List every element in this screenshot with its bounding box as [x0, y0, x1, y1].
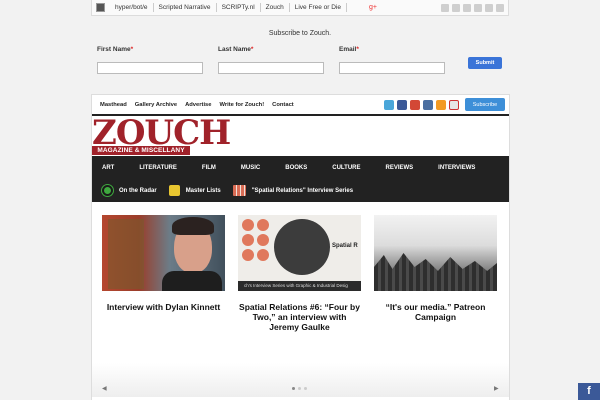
- series-master-lists[interactable]: Master Lists: [168, 185, 221, 196]
- card-title[interactable]: Interview with Dylan Kinnett: [102, 302, 225, 312]
- first-name-field-group: First Name*: [97, 46, 203, 74]
- card-title[interactable]: Spatial Relations #6: “Four by Two,” an …: [238, 302, 361, 332]
- category-books[interactable]: BOOKS: [285, 165, 307, 171]
- thumb-trees: [374, 253, 497, 291]
- spatial-icon: [232, 185, 246, 196]
- list-icon: [168, 185, 180, 196]
- category-culture[interactable]: CULTURE: [332, 165, 360, 171]
- first-name-label: First Name*: [97, 46, 134, 53]
- network-link-zouch[interactable]: Zouch: [261, 3, 290, 12]
- twitter-icon[interactable]: [463, 3, 471, 12]
- google-plus-icon[interactable]: g+: [369, 4, 377, 11]
- tumblr-icon[interactable]: [474, 3, 482, 12]
- card-thumbnail-spatial[interactable]: Spatial R ch's Interview Series with Gra…: [238, 215, 361, 291]
- card-thumbnail-forest[interactable]: [374, 215, 497, 291]
- featured-card[interactable]: “It's our media.” Patreon Campaign: [374, 215, 497, 332]
- card-thumbnail-portrait[interactable]: [102, 215, 225, 291]
- network-link-scripty[interactable]: SCRIPTy.nl: [217, 3, 261, 12]
- series-on-the-radar[interactable]: On the Radar: [102, 185, 157, 196]
- last-name-label: Last Name*: [218, 46, 254, 53]
- wordpress-icon[interactable]: [485, 3, 493, 12]
- facebook-icon[interactable]: [441, 3, 449, 12]
- series-spatial-relations[interactable]: "Spatial Relations" Interview Series: [232, 185, 354, 196]
- slider-pagination: [292, 387, 307, 390]
- thumb-hair: [172, 217, 214, 235]
- series-spatial-relations-label: "Spatial Relations" Interview Series: [251, 187, 354, 194]
- network-social-icons: [441, 3, 508, 12]
- network-link-live-free-or-die[interactable]: Live Free or Die: [290, 3, 347, 12]
- network-link-hyperbote[interactable]: hyper/bot/e: [110, 3, 154, 12]
- thumb-tree: [108, 219, 144, 289]
- category-interviews[interactable]: INTERVIEWS: [438, 165, 475, 171]
- slider-dot[interactable]: [292, 387, 295, 390]
- category-art[interactable]: ART: [102, 165, 114, 171]
- nav-masthead[interactable]: Masthead: [100, 102, 127, 108]
- nav-write-for-zouch[interactable]: Write for Zouch!: [220, 102, 265, 108]
- email-input[interactable]: [339, 62, 445, 74]
- category-reviews[interactable]: REVIEWS: [385, 165, 413, 171]
- rss-icon[interactable]: [436, 99, 446, 110]
- network-link-scripted-narrative[interactable]: Scripted Narrative: [154, 3, 217, 12]
- instagram-icon[interactable]: [423, 99, 433, 110]
- featured-card[interactable]: Spatial R ch's Interview Series with Gra…: [238, 215, 361, 332]
- featured-card[interactable]: Interview with Dylan Kinnett: [102, 215, 225, 332]
- google-plus-icon[interactable]: [410, 99, 420, 110]
- brand-header: ZOUCH MAGAZINE & MISCELLANY: [92, 116, 509, 156]
- slider-footer: [92, 363, 509, 397]
- thumb-big-circle: [274, 219, 330, 275]
- thumb-circle-grid: [242, 219, 269, 261]
- last-name-field-group: Last Name*: [218, 46, 324, 74]
- network-logo-icon[interactable]: [96, 3, 105, 12]
- thumb-heading: Spatial R: [332, 243, 358, 249]
- series-on-the-radar-label: On the Radar: [119, 187, 157, 194]
- category-music[interactable]: MUSIC: [241, 165, 260, 171]
- slider-dot[interactable]: [298, 387, 301, 390]
- first-name-input[interactable]: [97, 62, 203, 74]
- thumb-shirt: [162, 271, 222, 291]
- twitter-icon[interactable]: [384, 99, 394, 110]
- email-label: Email*: [339, 46, 359, 53]
- site-tagline: MAGAZINE & MISCELLANY: [92, 146, 190, 155]
- slider-prev-icon[interactable]: ◀: [102, 385, 107, 392]
- slider-next-icon[interactable]: ▶: [494, 385, 499, 392]
- series-master-lists-label: Master Lists: [185, 187, 221, 194]
- nav-advertise[interactable]: Advertise: [185, 102, 211, 108]
- rss-icon[interactable]: [496, 3, 504, 12]
- facebook-icon[interactable]: [397, 99, 407, 110]
- series-nav: On the Radar Master Lists "Spatial Relat…: [92, 179, 509, 202]
- slider-dot[interactable]: [304, 387, 307, 390]
- email-field-group: Email*: [339, 46, 445, 74]
- category-film[interactable]: FILM: [202, 165, 216, 171]
- card-title[interactable]: “It's our media.” Patreon Campaign: [374, 302, 497, 322]
- category-literature[interactable]: LITERATURE: [139, 165, 177, 171]
- email-icon[interactable]: [449, 99, 459, 110]
- category-nav: ART LITERATURE FILM MUSIC BOOKS CULTURE …: [92, 156, 509, 179]
- top-nav-social-icons: [384, 99, 459, 110]
- site-frame: Masthead Gallery Archive Advertise Write…: [91, 94, 510, 400]
- thumb-strip: ch's Interview Series with Graphic & Ind…: [238, 281, 361, 291]
- site-logo[interactable]: ZOUCH: [92, 116, 231, 150]
- radar-icon: [102, 185, 113, 196]
- network-bar: hyper/bot/e Scripted Narrative SCRIPTy.n…: [91, 0, 509, 16]
- facebook-share-icon[interactable]: f: [578, 383, 600, 400]
- featured-slider: Interview with Dylan Kinnett Spatial R c…: [102, 215, 497, 332]
- subscribe-title: Subscribe to Zouch.: [268, 30, 332, 37]
- nav-gallery-archive[interactable]: Gallery Archive: [135, 102, 177, 108]
- nav-contact[interactable]: Contact: [272, 102, 294, 108]
- linkedin-icon[interactable]: [452, 3, 460, 12]
- last-name-input[interactable]: [218, 62, 324, 74]
- header-subscribe-button[interactable]: Subscribe: [465, 98, 505, 111]
- submit-button[interactable]: Submit: [468, 57, 502, 69]
